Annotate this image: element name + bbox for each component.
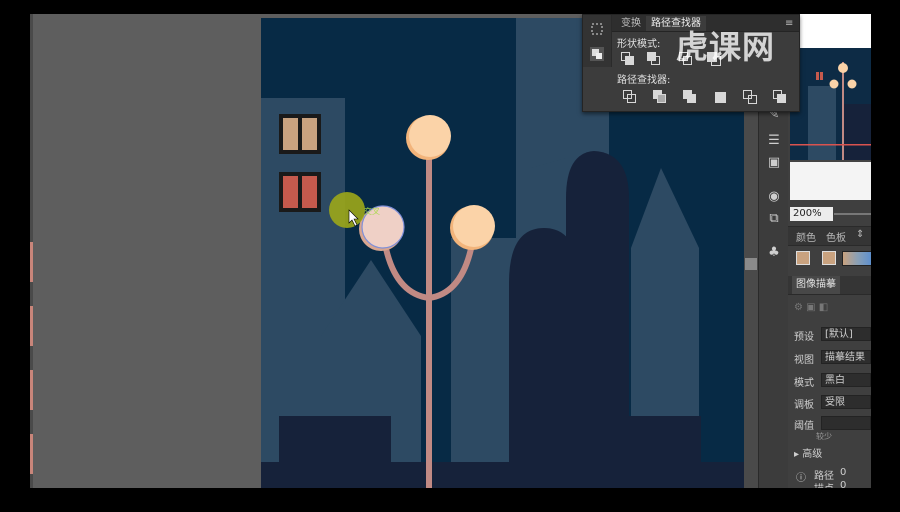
navigator-preview[interactable] <box>790 14 871 200</box>
outline-button[interactable] <box>743 90 757 104</box>
svg-text:交叉: 交叉 <box>364 206 380 216</box>
color-spectrum[interactable] <box>842 251 871 266</box>
color-panel-tabs: 颜色 色板 ⇕ <box>788 226 871 246</box>
graphic-styles-icon[interactable]: ⧉ <box>764 210 784 228</box>
panel-menu-icon[interactable]: ≡ <box>780 16 798 31</box>
edge-mark <box>30 370 33 410</box>
info-anchors-value: 0 <box>840 480 847 488</box>
unite-button[interactable] <box>621 52 635 66</box>
watermark-logo: 虎课网 <box>676 28 776 66</box>
image-trace-header: 图像描摹 <box>788 276 871 295</box>
trim-button[interactable] <box>653 90 667 104</box>
zoom-slider[interactable] <box>834 213 871 215</box>
pathfinders-label: 路径查找器: <box>617 75 671 86</box>
lamp-pole <box>426 158 432 488</box>
house-far-body <box>334 336 414 416</box>
trace-view-select[interactable]: 描摹结果 <box>821 350 871 364</box>
scroll-thumb[interactable] <box>745 258 757 270</box>
advanced-toggle[interactable]: ▸ 高级 <box>794 445 822 460</box>
ground <box>261 462 744 488</box>
edge-mark <box>30 242 33 282</box>
trace-mode-select[interactable]: 黑白 <box>821 373 871 387</box>
shape-modes-label: 形状模式: <box>617 39 661 50</box>
cursor-highlight <box>329 192 365 228</box>
crop-button[interactable] <box>713 90 727 104</box>
pathfinder-icon <box>590 47 604 61</box>
edge-mark <box>30 306 33 346</box>
align-icon[interactable]: ☰ <box>764 132 784 150</box>
advanced-label: 高级 <box>802 449 823 460</box>
divide-button[interactable] <box>623 90 637 104</box>
edge-mark <box>30 434 33 474</box>
tab-color[interactable]: 颜色 <box>796 229 816 244</box>
window-pane <box>283 118 298 150</box>
selection-icon <box>591 23 603 35</box>
merge-button[interactable] <box>683 90 697 104</box>
panel-side-icons <box>583 15 612 67</box>
trace-threshold-slider[interactable] <box>821 416 871 430</box>
tab-transform[interactable]: 变换 <box>616 16 646 31</box>
info-icon: ⓘ <box>796 473 806 484</box>
lamp-globe-top <box>409 115 451 157</box>
trace-label-palette: 调板 <box>794 400 814 411</box>
info-paths-value: 0 <box>840 467 847 478</box>
window-pane <box>283 176 298 208</box>
trace-label-mode: 模式 <box>794 378 814 389</box>
gradient-icon[interactable]: ▣ <box>764 154 784 172</box>
minus-back-button[interactable] <box>773 90 787 104</box>
trace-palette-select[interactable]: 受限 <box>821 395 871 409</box>
window-pane <box>302 118 317 150</box>
fill-swatch[interactable] <box>796 251 810 265</box>
stroke-swatch[interactable] <box>822 251 836 265</box>
trace-label-threshold: 阈值 <box>794 421 814 432</box>
lamp-globe-right <box>453 205 495 247</box>
threshold-hint: 较少 <box>816 432 832 441</box>
zoom-field[interactable]: 200% <box>790 207 833 221</box>
tab-swatches[interactable]: 色板 <box>826 229 846 244</box>
preset-icons: ⚙ ▣ ◧ <box>794 302 829 313</box>
panel-menu-icon[interactable]: ⇕ <box>856 229 864 240</box>
trace-label-preset: 预设 <box>794 332 814 343</box>
left-edge <box>30 14 33 488</box>
symbols-icon[interactable]: ♣ <box>764 244 784 262</box>
trace-label-view: 视图 <box>794 355 814 366</box>
window-pane <box>302 176 317 208</box>
trace-preset-select[interactable]: [默认] <box>821 327 871 341</box>
minus-front-button[interactable] <box>647 52 661 66</box>
tab-image-trace[interactable]: 图像描摹 <box>792 276 840 294</box>
right-panels: 200% 颜色 色板 ⇕ 图像描摹 ⚙ ▣ ◧ 预设 [默认] 视图 描摹结果 … <box>788 14 871 488</box>
info-anchors-label: 描点 <box>814 480 834 488</box>
appearance-icon[interactable]: ◉ <box>764 188 784 206</box>
arch-building <box>509 228 579 488</box>
